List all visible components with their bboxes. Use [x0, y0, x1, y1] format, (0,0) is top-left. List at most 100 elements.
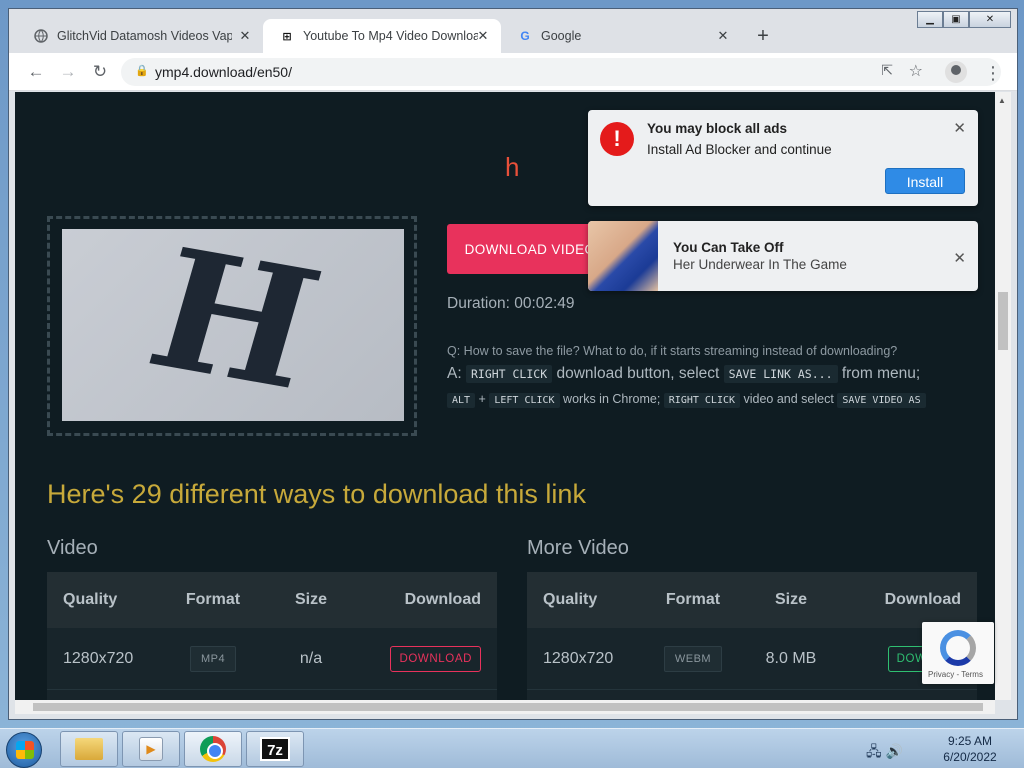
close-icon[interactable]: ✕ [953, 119, 966, 137]
cell-quality: 1280x720 [63, 649, 134, 667]
explorer-icon [75, 738, 103, 760]
clock-date: 6/20/2022 [943, 750, 997, 764]
kbd-right-click: RIGHT CLICK [465, 365, 553, 383]
horizontal-scrollbar[interactable] [15, 700, 995, 714]
bookmark-star-icon[interactable]: ☆ [909, 61, 923, 81]
back-icon[interactable]: ← [25, 61, 47, 83]
cell-format: WEBM [649, 645, 737, 672]
answer-text: from menu; [841, 365, 921, 382]
start-button[interactable] [6, 732, 42, 768]
vertical-scrollbar[interactable]: ▲ [995, 92, 1011, 700]
format-badge: WEBM [663, 645, 723, 672]
more-video-table: Quality Format Size Download 1280x720 WE… [527, 572, 977, 700]
cell-download: DOWNLOAD [365, 645, 497, 672]
notification-body: Her Underwear In The Game [673, 257, 847, 272]
recaptcha-logo-icon [940, 630, 976, 666]
answer-text: video and select [743, 392, 834, 406]
video-duration: Duration: 00:02:49 [447, 295, 575, 312]
taskbar-explorer[interactable] [60, 731, 118, 767]
table-row: 1280x720 WEBM 8.0 MB DOWNLO [527, 628, 977, 690]
video-title: h [505, 152, 520, 182]
url-text[interactable]: ymp4.download/en50/ [155, 64, 292, 80]
kbd-save-video: SAVE VIDEO AS [837, 393, 926, 408]
share-icon[interactable]: ⇱ [881, 62, 893, 79]
format-badge: MP4 [189, 645, 237, 672]
network-icon[interactable]: 🖧 [866, 743, 882, 759]
tab-glitchvid[interactable]: GlitchVid Datamosh Videos Vapo ✕ [17, 19, 263, 53]
svg-text:H: H [131, 229, 338, 421]
recaptcha-badge[interactable]: Privacy - Terms [922, 622, 994, 684]
new-tab-button[interactable]: + [751, 25, 775, 49]
kbd-alt: ALT [447, 393, 476, 408]
browser-toolbar: ← → ↻ 🔒 ymp4.download/en50/ ⇱ ☆ [9, 53, 1017, 91]
window-controls: ▁ ▣ ✕ [917, 11, 1011, 29]
tab-ymp4[interactable]: ⊞ Youtube To Mp4 Video Downloa ✕ [263, 19, 501, 53]
download-button[interactable]: DOWNLOAD [390, 645, 481, 672]
tab-strip: GlitchVid Datamosh Videos Vapo ✕ ⊞ Youtu… [9, 9, 1017, 53]
more-video-section-label: More Video [527, 537, 629, 559]
media-player-icon: ▶ [139, 737, 163, 761]
tab-title: Google [541, 29, 582, 43]
col-quality: Quality [543, 591, 598, 608]
answer-text: download button, select [556, 365, 720, 382]
close-icon[interactable]: ✕ [953, 249, 966, 267]
cell-size: 8.0 MB [765, 649, 817, 667]
address-bar[interactable]: 🔒 ymp4.download/en50/ ⇱ ☆ [121, 58, 1001, 86]
clock[interactable]: 9:25 AM 6/20/2022 [920, 733, 1020, 765]
kbd-save-link: SAVE LINK AS... [723, 365, 838, 383]
col-download: Download [404, 591, 481, 608]
kbd-right-click: RIGHT CLICK [663, 393, 741, 408]
tab-title: Youtube To Mp4 Video Downloa [303, 29, 478, 43]
adblock-notification[interactable]: ! You may block all ads Install Ad Block… [588, 110, 978, 206]
profile-avatar-icon[interactable] [945, 61, 967, 83]
forward-icon[interactable]: → [57, 61, 79, 83]
col-format: Format [665, 591, 721, 608]
taskbar-7zip[interactable]: 7z [246, 731, 304, 767]
table-row [47, 690, 497, 700]
ad-notification[interactable]: You Can Take Off Her Underwear In The Ga… [588, 221, 978, 291]
chrome-icon [200, 736, 226, 762]
close-window-button[interactable]: ✕ [969, 11, 1011, 28]
close-tab-icon[interactable]: ✕ [237, 28, 253, 44]
col-quality: Quality [63, 591, 118, 608]
col-format: Format [185, 591, 241, 608]
video-thumbnail[interactable]: H [62, 229, 404, 421]
volume-icon[interactable]: 🔊 [886, 743, 903, 759]
plus-sign: + [478, 392, 486, 406]
col-size: Size [774, 591, 807, 608]
taskbar-media-player[interactable]: ▶ [122, 731, 180, 767]
windows-logo-icon [16, 741, 34, 759]
table-row: 1280x720 MP4 n/a DOWNLOAD [47, 628, 497, 690]
scrollbar-thumb[interactable] [998, 292, 1008, 350]
close-tab-icon[interactable]: ✕ [475, 28, 491, 44]
globe-icon [33, 28, 49, 44]
scroll-up-icon[interactable]: ▲ [998, 96, 1006, 105]
col-size: Size [294, 591, 327, 608]
minimize-button[interactable]: ▁ [917, 11, 943, 28]
system-tray: 🖧 🔊 [866, 741, 903, 765]
thumbnail-letter-h: H [131, 229, 338, 421]
google-icon: G [520, 29, 530, 43]
reload-icon[interactable]: ↻ [89, 61, 111, 83]
close-tab-icon[interactable]: ✕ [715, 28, 731, 44]
recaptcha-links[interactable]: Privacy - Terms [928, 670, 983, 679]
7zip-icon: 7z [260, 737, 290, 761]
col-download: Download [884, 591, 961, 608]
tab-google[interactable]: G Google ✕ [501, 19, 741, 53]
video-thumbnail-frame: H [47, 216, 417, 436]
ad-image [588, 221, 658, 291]
help-answer-line1: A: RIGHT CLICK download button, select S… [447, 365, 920, 383]
table-row [527, 690, 977, 700]
maximize-button[interactable]: ▣ [943, 11, 969, 28]
help-answer-line2: ALT + LEFT CLICK works in Chrome; RIGHT … [447, 392, 926, 408]
scrollbar-thumb[interactable] [33, 703, 983, 711]
install-button[interactable]: Install [885, 168, 965, 194]
notification-title: You Can Take Off [673, 240, 784, 255]
lock-icon[interactable]: 🔒 [135, 64, 149, 77]
taskbar-chrome[interactable] [184, 731, 242, 767]
clock-time: 9:25 AM [947, 734, 993, 748]
menu-kebab-icon[interactable]: ⋮ [984, 63, 1002, 84]
notification-body: Install Ad Blocker and continue [647, 142, 832, 157]
ymp4-logo-icon: ⊞ [282, 30, 292, 43]
table-header: Quality Format Size Download [47, 572, 497, 628]
